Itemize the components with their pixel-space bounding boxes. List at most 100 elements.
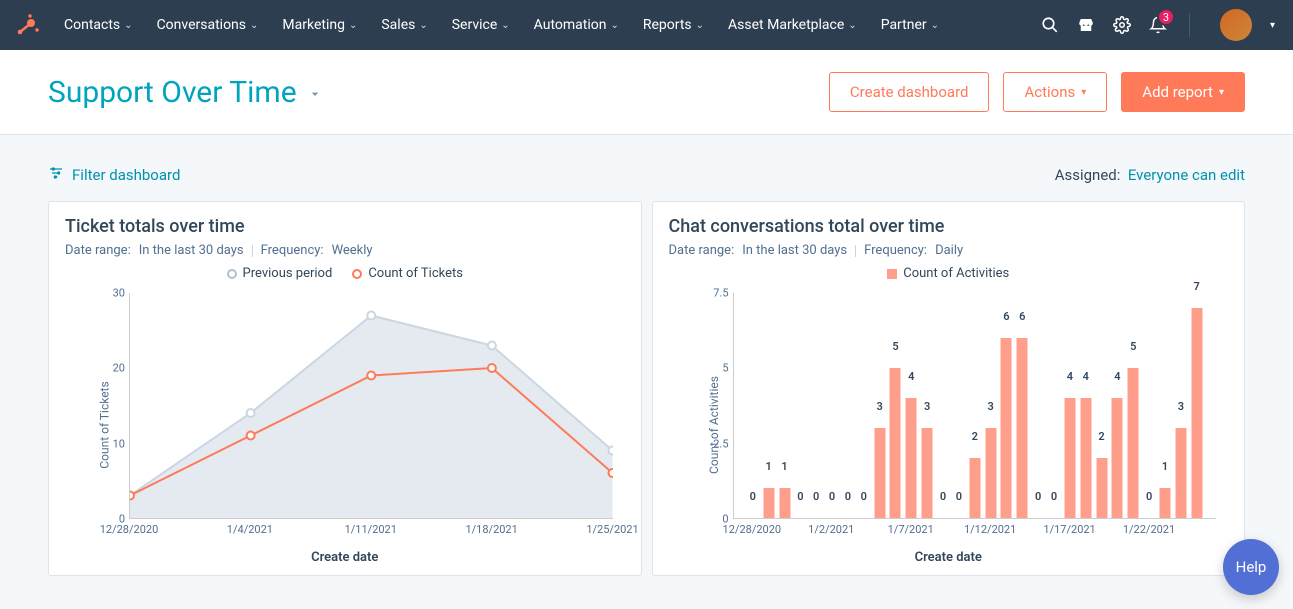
bar-value-label: 0 <box>861 490 867 503</box>
divider <box>855 245 856 257</box>
create-dashboard-button[interactable]: Create dashboard <box>829 72 990 112</box>
nav-item-conversations[interactable]: Conversations ⌄ <box>149 11 267 39</box>
chevron-down-icon: ⌄ <box>501 20 509 31</box>
bar <box>1112 398 1123 518</box>
y-tick: 20 <box>93 362 125 375</box>
bar <box>1096 458 1107 518</box>
bar-value-label: 4 <box>1083 370 1089 383</box>
chevron-down-icon: ⌄ <box>349 20 357 31</box>
bar-value-label: 2 <box>1098 430 1104 443</box>
bar-value-label: 3 <box>924 400 930 413</box>
x-tick: 1/7/2021 <box>888 523 934 536</box>
bar-value-label: 0 <box>829 490 835 503</box>
bar-value-label: 4 <box>1114 370 1120 383</box>
y-tick: 30 <box>93 287 125 300</box>
nav-item-label: Automation <box>534 17 607 33</box>
nav-item-service[interactable]: Service⌄ <box>444 11 518 39</box>
bar-value-label: 7 <box>1194 280 1200 293</box>
chart-legend: Count of Activities <box>669 266 1229 281</box>
filter-dashboard-button[interactable]: Filter dashboard <box>48 165 180 185</box>
x-ticks: 12/28/20201/2/20211/7/20211/12/20211/17/… <box>733 523 1217 539</box>
nav-item-sales[interactable]: Sales⌄ <box>373 11 435 39</box>
y-tick: 7.5 <box>697 287 729 300</box>
card-meta: Date range: In the last 30 days Frequenc… <box>669 243 1229 258</box>
x-tick: 1/25/2021 <box>586 523 638 536</box>
range-value: In the last 30 days <box>139 243 244 258</box>
chevron-down-icon: ⌄ <box>931 20 939 31</box>
chevron-down-icon: ⌄ <box>848 20 856 31</box>
legend-item-activities: Count of Activities <box>887 266 1009 281</box>
nav-item-reports[interactable]: Reports⌄ <box>635 11 712 39</box>
nav-item-asset-marketplace[interactable]: Asset Marketplace ⌄ <box>720 11 865 39</box>
nav-item-label: Marketing <box>282 17 345 33</box>
bar-value-label: 3 <box>987 400 993 413</box>
bar-value-label: 3 <box>1178 400 1184 413</box>
bar <box>1080 398 1091 518</box>
notifications-icon[interactable]: 3 <box>1149 16 1167 34</box>
x-axis-label: Create date <box>65 550 625 565</box>
nav-item-automation[interactable]: Automation⌄ <box>526 11 627 39</box>
bar <box>1064 398 1075 518</box>
filter-icon <box>48 165 64 185</box>
marketplace-icon[interactable] <box>1077 16 1095 34</box>
notification-badge: 3 <box>1157 8 1175 26</box>
assigned-link[interactable]: Everyone can edit <box>1128 166 1245 184</box>
chevron-down-icon: ⌄ <box>250 20 258 31</box>
nav-item-label: Reports <box>643 17 692 33</box>
add-report-button[interactable]: Add report ▾ <box>1121 72 1245 112</box>
chart-legend: Previous period Count of Tickets <box>65 266 625 281</box>
card-meta: Date range: In the last 30 days Frequenc… <box>65 243 625 258</box>
bar-value-label: 4 <box>1067 370 1073 383</box>
bar-value-label: 6 <box>1019 310 1025 323</box>
plot-area: 01100000354300236600442450137 <box>733 293 1217 519</box>
chevron-down-icon: ⌄ <box>124 20 132 31</box>
report-card-tickets: Ticket totals over time Date range: In t… <box>48 201 642 576</box>
nav-item-partner[interactable]: Partner⌄ <box>873 11 947 39</box>
search-icon[interactable] <box>1041 16 1059 34</box>
bar-value-label: 0 <box>1146 490 1152 503</box>
bar-series: 01100000354300236600442450137 <box>734 293 1217 518</box>
main-nav: Contacts⌄ Conversations ⌄ Marketing ⌄ Sales⌄ S… <box>56 11 947 39</box>
legend-swatch <box>227 269 237 279</box>
x-tick: 1/18/2021 <box>465 523 517 536</box>
bar <box>1017 338 1028 518</box>
nav-item-marketing[interactable]: Marketing ⌄ <box>274 11 365 39</box>
avatar[interactable] <box>1220 9 1252 41</box>
bar-value-label: 1 <box>1162 460 1168 473</box>
bar-value-label: 0 <box>956 490 962 503</box>
divider <box>1189 13 1190 37</box>
top-nav: Contacts⌄ Conversations ⌄ Marketing ⌄ Sales⌄ S… <box>0 0 1293 50</box>
bar-value-label: 0 <box>845 490 851 503</box>
caret-down-icon <box>307 75 323 110</box>
caret-down-icon: ▾ <box>1219 87 1224 98</box>
freq-value: Daily <box>935 243 963 258</box>
x-tick: 12/28/2020 <box>723 523 782 536</box>
nav-utilities: 3 ▾ <box>1041 9 1275 41</box>
y-tick: 5 <box>697 362 729 375</box>
nav-item-label: Asset Marketplace <box>728 17 844 33</box>
bar-value-label: 4 <box>908 370 914 383</box>
settings-icon[interactable] <box>1113 16 1131 34</box>
range-label: Date range: <box>669 243 735 258</box>
dashboard-title-dropdown[interactable]: Support Over Time <box>48 75 323 110</box>
nav-item-label: Service <box>452 17 498 33</box>
bar-value-label: 6 <box>1003 310 1009 323</box>
chart-chats: Count of Activities 02.557.5 01100000354… <box>669 285 1229 565</box>
line-series-svg <box>130 293 613 518</box>
nav-item-contacts[interactable]: Contacts⌄ <box>56 11 141 39</box>
help-button[interactable]: Help <box>1223 539 1279 595</box>
chart-tickets: Count of Tickets 0102030 12/28/20201/4/2… <box>65 285 625 565</box>
divider <box>252 245 253 257</box>
x-tick: 1/4/2021 <box>227 523 273 536</box>
x-tick: 12/28/2020 <box>100 523 159 536</box>
y-ticks: 0102030 <box>93 293 125 519</box>
actions-button[interactable]: Actions ▾ <box>1003 72 1107 112</box>
plot-area <box>129 293 613 519</box>
nav-item-label: Conversations <box>157 17 246 33</box>
legend-swatch <box>352 269 362 279</box>
bar-value-label: 0 <box>750 490 756 503</box>
hubspot-logo-icon[interactable] <box>14 11 42 39</box>
bar <box>779 488 790 518</box>
actions-label: Actions <box>1024 83 1075 101</box>
account-menu-chevron-icon[interactable]: ▾ <box>1270 20 1275 31</box>
